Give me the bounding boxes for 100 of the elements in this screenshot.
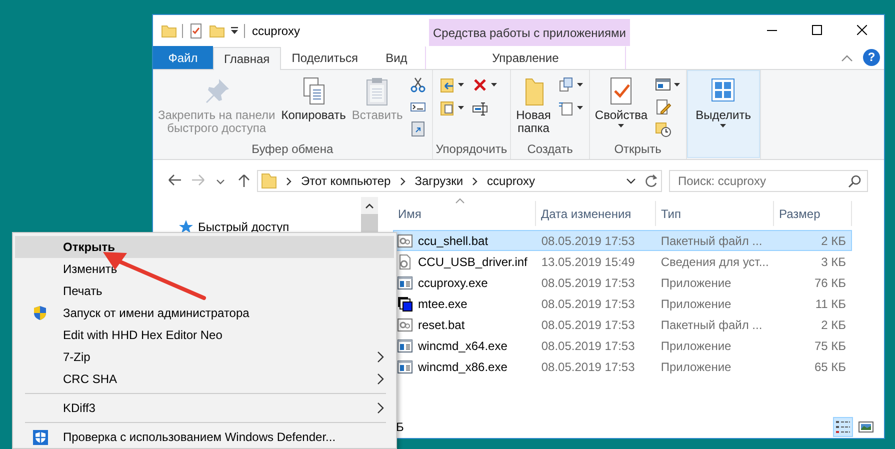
refresh-icon[interactable]: [644, 174, 658, 188]
ribbon-tab[interactable]: Главная: [213, 47, 281, 70]
table-cell-text: 08.05.2019 17:53: [540, 358, 636, 376]
view-button[interactable]: [833, 417, 853, 437]
help-button[interactable]: ?: [863, 49, 880, 66]
table-cell-text: 2 КБ: [820, 232, 847, 250]
copy-to-icon: [438, 100, 455, 116]
application-icon: [397, 358, 413, 374]
menu-item[interactable]: Запуск от имени администратора: [15, 302, 394, 324]
table-cell-text: Пакетный файл ...: [660, 232, 764, 250]
file-row[interactable]: ccuproxy.exe 08.05.2019 17:53 Приложение 76 КБ: [393, 272, 852, 293]
open-icon: [654, 76, 671, 93]
batch-file-icon: [397, 232, 413, 248]
column-header[interactable]: Размер: [774, 201, 852, 226]
breadcrumb[interactable]: ccuproxy: [487, 174, 536, 188]
history-icon: [654, 121, 671, 138]
chevron-right-icon: [400, 176, 406, 186]
caret-icon: [576, 83, 583, 87]
file-menu-tab[interactable]: Файл: [153, 46, 213, 69]
chevron-down-icon[interactable]: [626, 177, 636, 185]
table-cell-text: 08.05.2019 17:53: [540, 338, 636, 354]
menu-item[interactable]: CRC SHA: [15, 368, 394, 390]
table-cell-text: Сведения для уст...: [660, 254, 770, 270]
menu-item[interactable]: Проверка с использованием Windows Defender...: [15, 426, 394, 448]
group-label: Буфер обмена: [252, 142, 334, 156]
star-icon: [178, 219, 194, 235]
breadcrumb[interactable]: Этот компьютер: [301, 174, 391, 188]
defender-shield-icon: [32, 428, 48, 446]
up-icon: [238, 174, 250, 188]
batch-file-icon: [397, 316, 413, 332]
column-header[interactable]: Имя: [393, 201, 536, 226]
shield-icon: [32, 304, 48, 322]
caret-icon: [458, 106, 464, 110]
file-row[interactable]: ccu_shell.bat 08.05.2019 17:53 Пакетный файл ... 2 КБ: [393, 230, 852, 251]
file-row[interactable]: reset.bat 08.05.2019 17:53 Пакетный файл ... 2 КБ: [393, 314, 852, 335]
file-row[interactable]: mtee.exe 08.05.2019 17:53 Приложение 11 КБ: [393, 293, 852, 314]
cut-icon: [410, 76, 426, 93]
file-row[interactable]: CCU_USB_driver.inf 13.05.2019 15:49 Сведения для уст... 3 КБ: [393, 251, 852, 272]
group-label: Упорядочить: [436, 142, 508, 156]
easy-access-icon: [558, 100, 574, 116]
menu-item[interactable]: Печать: [15, 280, 394, 302]
close-icon: [856, 25, 866, 35]
scroll-up-icon: [365, 203, 374, 209]
folder-icon: [161, 22, 177, 38]
caret-icon: [490, 83, 497, 87]
file-name: mtee.exe: [418, 296, 468, 310]
breadcrumb[interactable]: Загрузки: [414, 174, 464, 188]
table-cell-text: 08.05.2019 17:53: [540, 274, 636, 292]
caret-icon: [576, 106, 583, 110]
table-cell-text: Пакетный файл ...: [660, 316, 764, 334]
properties-button[interactable]: Свойства: [592, 73, 650, 139]
file-name: wincmd_x64.exe: [418, 338, 508, 352]
search-icon: [848, 175, 861, 188]
file-name: ccuproxy.exe: [418, 276, 488, 290]
menu-item[interactable]: Изменить: [15, 258, 394, 280]
table-cell-text: 76 КБ: [813, 274, 847, 292]
group-label: Открыть: [614, 142, 662, 156]
menu-item[interactable]: Edit with HHD Hex Editor Neo: [15, 324, 394, 346]
maximize-icon: [812, 25, 822, 35]
group-label: Создать: [527, 142, 573, 156]
search-field[interactable]: Поиск: ccuproxy: [669, 170, 868, 192]
table-cell-text: 75 КБ: [813, 338, 847, 354]
status-text: Б: [396, 420, 404, 434]
rename-icon: [472, 100, 488, 116]
address-bar[interactable]: Этот компьютер Загрузки ccuproxy: [257, 170, 662, 192]
chevron-right-icon: [286, 176, 292, 186]
chevron-right-icon: [472, 176, 478, 186]
table-cell-text: Приложение: [660, 296, 732, 312]
caret-icon: [674, 82, 680, 87]
table-cell-text: 08.05.2019 17:53: [540, 296, 636, 312]
table-cell-text: Приложение: [660, 338, 732, 354]
file-row[interactable]: wincmd_x86.exe 08.05.2019 17:53 Приложение 65 КБ: [393, 356, 852, 377]
caret-icon: [458, 83, 464, 87]
menu-item[interactable]: KDiff3: [15, 397, 394, 419]
back-icon: [168, 174, 182, 188]
forward-icon: [190, 174, 204, 188]
application-icon: [397, 274, 413, 290]
delete-icon: [472, 77, 488, 93]
table-cell-text: 3 КБ: [820, 254, 847, 270]
file-name: wincmd_x86.exe: [418, 360, 508, 374]
caret-icon: [618, 124, 624, 128]
column-header[interactable]: Дата изменения: [536, 201, 656, 226]
properties-icon[interactable]: [188, 22, 204, 38]
table-cell-text: 11 КБ: [814, 296, 847, 312]
select-button[interactable]: Выделить: [686, 70, 760, 158]
column-header[interactable]: Тип: [656, 201, 774, 226]
ribbon-tab[interactable]: Поделиться: [280, 46, 369, 69]
menu-item[interactable]: Открыть: [15, 236, 394, 258]
table-cell-text: 65 КБ: [813, 358, 847, 376]
customize-dropdown-icon[interactable]: [230, 26, 239, 35]
table-cell-text: 13.05.2019 15:49: [540, 254, 636, 270]
ribbon-tab[interactable]: Вид: [368, 46, 424, 69]
file-row[interactable]: wincmd_x64.exe 08.05.2019 17:53 Приложение 75 КБ: [393, 335, 852, 356]
menu-item[interactable]: 7-Zip: [15, 346, 394, 368]
window-title: ccuproxy: [252, 24, 300, 38]
folder-button[interactable]: Новая папка: [514, 73, 553, 139]
copy-button[interactable]: Копировать: [279, 73, 348, 139]
table-cell-text: 08.05.2019 17:53: [540, 232, 636, 250]
chevron-right-icon: [377, 373, 384, 385]
collapse-ribbon-icon[interactable]: [841, 54, 853, 62]
